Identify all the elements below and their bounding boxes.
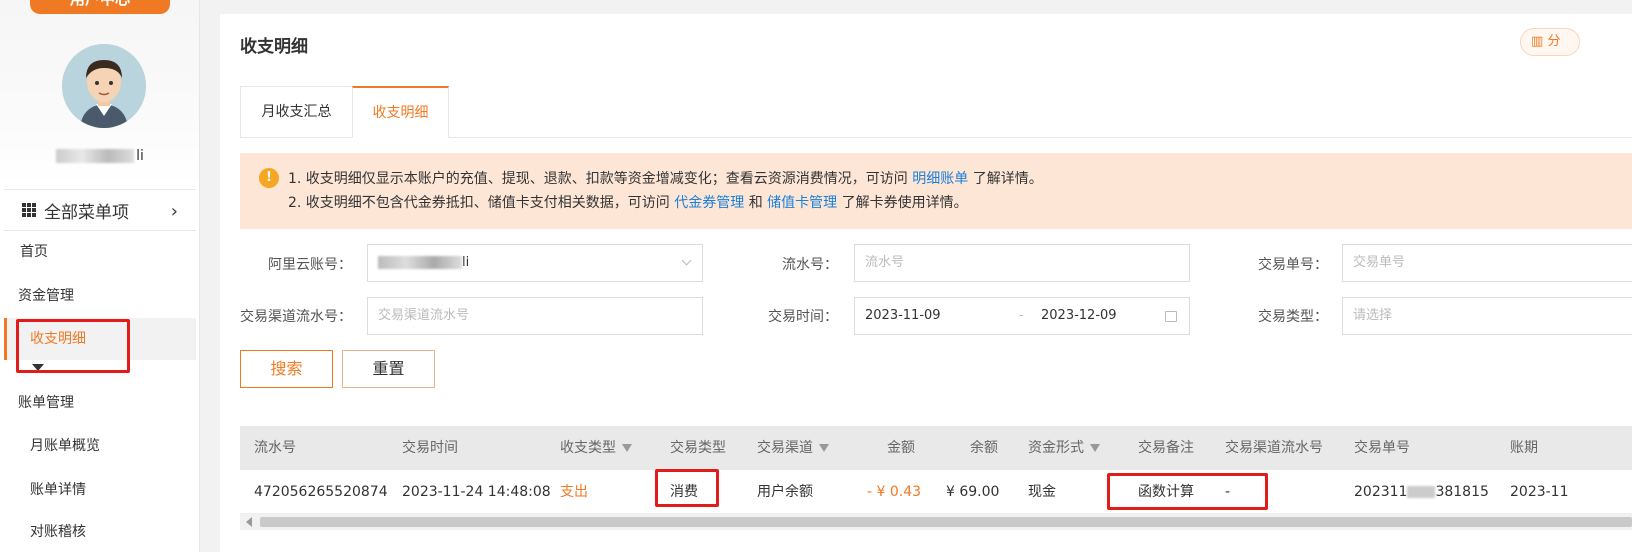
notice-box: ! 1. 收支明细仅显示本账户的充值、提现、退款、扣款等资金增减变化；查看云资源… [240, 153, 1632, 229]
sidebar-item-bill-details[interactable]: 账单详情 [30, 479, 86, 499]
all-menu-button[interactable]: 全部菜单项 › [4, 189, 196, 231]
top-right-button[interactable]: ▥ 分 [1520, 28, 1580, 56]
sidebar-item-bill-management[interactable]: 账单管理 [18, 392, 74, 412]
col-serial: 流水号 [254, 440, 296, 456]
col-channel-serial: 交易渠道流水号 [1225, 440, 1323, 456]
cell-fund-form: 现金 [1028, 484, 1056, 500]
table-row[interactable]: 472056265520874 2023-11-24 14:48:08 支出 消… [240, 470, 1632, 514]
notice-line-2-tail: 了解卡券使用详情。 [841, 195, 968, 211]
sidebar-item-home[interactable]: 首页 [20, 241, 48, 261]
info-icon: ! [259, 168, 279, 188]
highlight-box-trade-type [655, 469, 719, 507]
notice-line-1-text: 1. 收支明细仅显示本账户的充值、提现、退款、扣款等资金增减变化；查看云资源消费… [288, 171, 908, 187]
tab-monthly-summary[interactable]: 月收支汇总 [240, 86, 353, 138]
filter-icon[interactable] [819, 444, 829, 452]
all-menu-label: 全部菜单项 [44, 202, 129, 223]
col-order-no: 交易单号 [1354, 440, 1410, 456]
order-input[interactable]: 交易单号 [1342, 244, 1632, 282]
col-flow-type-label: 收支类型 [560, 440, 616, 456]
scroll-left-arrow-icon[interactable] [246, 517, 252, 527]
notice-line-2-text: 2. 收支明细不包含代金券抵扣、储值卡支付相关数据，可访问 [288, 195, 670, 211]
tab-bar: 月收支汇总 收支明细 [240, 86, 1632, 138]
notice-line-2-mid: 和 [748, 195, 763, 211]
stored-card-management-link[interactable]: 储值卡管理 [767, 195, 837, 211]
date-start[interactable]: 2023-11-09 [865, 308, 941, 323]
search-button[interactable]: 搜索 [240, 350, 333, 388]
type-label: 交易类型： [1258, 309, 1328, 325]
sidebar: 用户中心 li 全部菜单项 › 首页 资金管理 收支明细 账单管理 月账单概览 … [0, 0, 200, 552]
cell-time: 2023-11-24 14:48:08 [402, 484, 551, 500]
account-label: 阿里云账号： [268, 257, 352, 273]
channel-serial-input[interactable]: 交易渠道流水号 [367, 297, 703, 335]
filter-icon[interactable] [1090, 444, 1100, 452]
col-flow-type[interactable]: 收支类型 [560, 426, 632, 470]
col-trade-type: 交易类型 [670, 440, 726, 456]
cell-balance: ¥ 69.00 [946, 484, 1000, 500]
col-channel[interactable]: 交易渠道 [757, 426, 829, 470]
serial-input[interactable]: 流水号 [854, 244, 1190, 282]
chevron-down-icon [681, 255, 692, 266]
user-center-banner: 用户中心 [30, 0, 170, 14]
serial-label: 流水号： [782, 257, 838, 273]
redacted-account [378, 256, 462, 269]
calendar-icon [1165, 311, 1177, 322]
highlight-box-sidebar [16, 319, 130, 373]
sidebar-item-reconciliation[interactable]: 对账稽核 [30, 521, 86, 541]
reset-button[interactable]: 重置 [342, 350, 435, 388]
avatar-face-icon [62, 44, 146, 128]
username-suffix: li [136, 148, 144, 164]
type-select[interactable]: 请选择 [1342, 297, 1632, 335]
scroll-thumb[interactable] [260, 517, 1632, 527]
voucher-management-link[interactable]: 代金券管理 [674, 195, 744, 211]
sidebar-item-monthly-bill[interactable]: 月账单概览 [30, 435, 100, 455]
col-fund-form-label: 资金形式 [1028, 440, 1084, 456]
sidebar-item-fund-management[interactable]: 资金管理 [18, 285, 74, 305]
table-header: 流水号 交易时间 收支类型 交易类型 交易渠道 金额 余额 资金形式 交易备注 … [240, 426, 1632, 470]
chevron-right-icon: › [170, 201, 178, 222]
channel-serial-label: 交易渠道流水号： [240, 309, 352, 325]
avatar[interactable] [62, 44, 146, 128]
col-balance: 余额 [970, 440, 998, 456]
notice-line-2: 2. 收支明细不包含代金券抵扣、储值卡支付相关数据，可访问 代金券管理 和 储值… [288, 191, 1632, 215]
order-no-suffix: 381815 [1435, 484, 1489, 500]
cell-flow-type: 支出 [560, 484, 588, 500]
page-title: 收支明细 [240, 37, 308, 57]
top-right-label: 分 [1547, 34, 1561, 49]
notice-line-1-tail: 了解详情。 [972, 171, 1043, 187]
username: li [0, 148, 199, 164]
detail-bill-link[interactable]: 明细账单 [912, 171, 968, 187]
main-panel: 收支明细 ▥ 分 月收支汇总 收支明细 ! 1. 收支明细仅显示本账户的充值、提… [220, 14, 1632, 552]
col-amount: 金额 [887, 440, 915, 456]
col-channel-label: 交易渠道 [757, 440, 813, 456]
grid-icon [22, 203, 36, 217]
account-value-suffix: li [462, 255, 470, 270]
cell-amount: - ¥ 0.43 [867, 484, 922, 500]
order-label: 交易单号： [1258, 257, 1328, 273]
filter-icon[interactable] [622, 444, 632, 452]
horizontal-scrollbar[interactable] [240, 514, 1632, 530]
order-no-prefix: 202311 [1354, 484, 1408, 500]
chart-icon: ▥ [1531, 34, 1544, 49]
tab-transaction-details[interactable]: 收支明细 [352, 86, 449, 138]
redacted-username [56, 149, 135, 163]
notice-line-1: 1. 收支明细仅显示本账户的充值、提现、退款、扣款等资金增减变化；查看云资源消费… [288, 167, 1632, 191]
cell-order-no: 202311 381815 [1354, 470, 1489, 514]
time-label: 交易时间： [768, 309, 838, 325]
col-time: 交易时间 [402, 440, 458, 456]
date-range-picker[interactable]: 2023-11-09 - 2023-12-09 [854, 297, 1190, 335]
redacted-order-no [1407, 486, 1436, 498]
col-fund-form[interactable]: 资金形式 [1028, 426, 1100, 470]
cell-period: 2023-11 [1510, 484, 1569, 500]
cell-serial: 472056265520874 [254, 484, 388, 500]
highlight-box-remark [1107, 473, 1268, 510]
account-select[interactable]: li [367, 244, 703, 282]
date-separator: - [1019, 308, 1024, 323]
col-remark: 交易备注 [1138, 440, 1194, 456]
col-period: 账期 [1510, 440, 1538, 456]
cell-channel: 用户余额 [757, 484, 813, 500]
date-end[interactable]: 2023-12-09 [1041, 298, 1117, 334]
